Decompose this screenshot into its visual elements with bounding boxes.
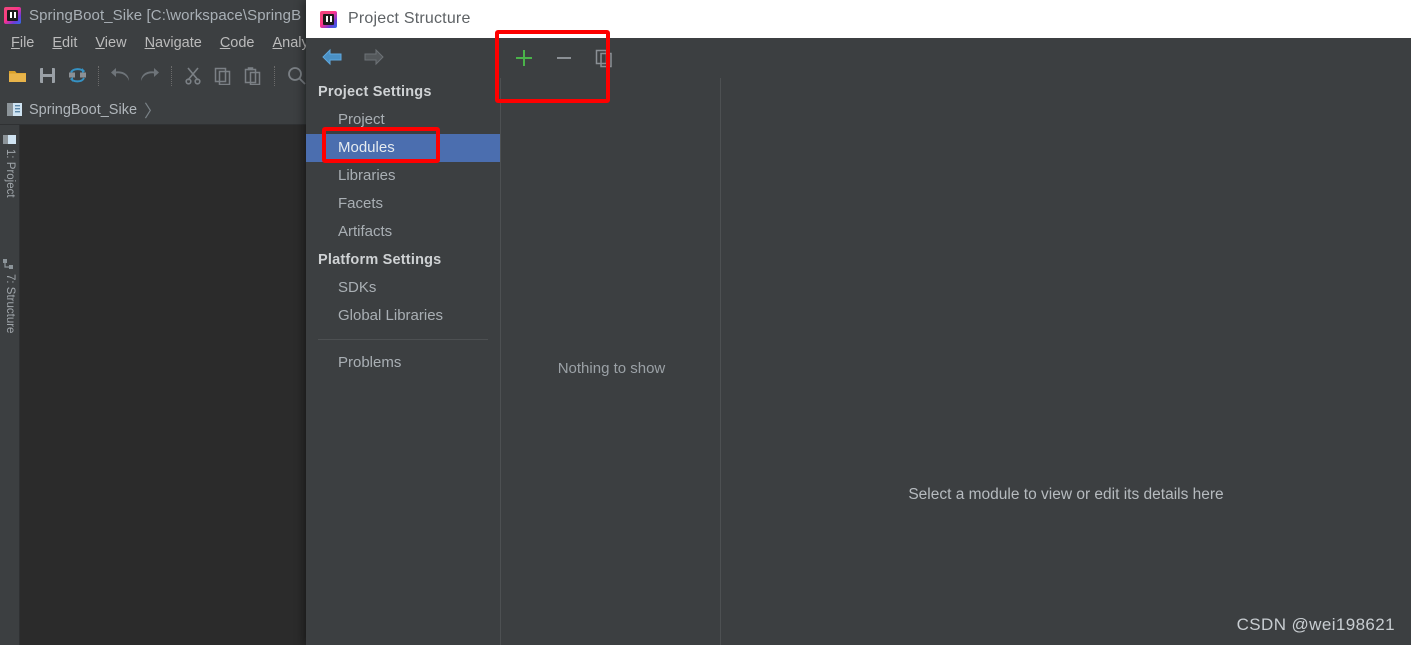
menu-label-navigate-rest: avigate (155, 35, 202, 51)
structure-tool-icon (3, 259, 13, 269)
arrow-right-icon (364, 48, 384, 66)
toolbar-divider (274, 65, 275, 86)
back-button[interactable] (318, 44, 346, 70)
dialog-title-bar: Project Structure (306, 0, 1411, 38)
sidebar-item-modules[interactable]: Modules (306, 134, 500, 162)
redo-icon[interactable] (135, 61, 165, 91)
menu-item-navigate[interactable]: Navigate (136, 33, 211, 53)
undo-icon[interactable] (105, 61, 135, 91)
menu-label-code-rest: ode (230, 35, 255, 51)
save-all-icon[interactable] (32, 61, 62, 91)
project-structure-dialog: Project Structure Project Settings Proje… (306, 0, 1411, 645)
intellij-idea-logo-icon (320, 10, 337, 28)
intellij-idea-logo-icon (4, 6, 21, 24)
menu-label-edit-rest: dit (62, 35, 78, 51)
sidebar-item-global-libraries[interactable]: Global Libraries (306, 302, 500, 330)
sidebar-item-libraries[interactable]: Libraries (306, 162, 500, 190)
dialog-navigation (318, 44, 388, 70)
watermark: CSDN @wei198621 (1236, 615, 1395, 634)
screen-root: SpringBoot_Sike [C:\workspace\SpringB Fi… (0, 0, 1411, 645)
toolbar-divider (171, 65, 172, 86)
toolbar-divider (98, 65, 99, 86)
sidebar-item-sdks[interactable]: SDKs (306, 274, 500, 302)
dialog-title: Project Structure (348, 10, 471, 27)
project-tool-icon (3, 135, 16, 144)
cut-icon[interactable] (178, 61, 208, 91)
menu-item-code[interactable]: Code (211, 33, 264, 53)
menu-label-file-rest: ile (19, 35, 35, 51)
menu-label-view-rest: iew (104, 35, 127, 51)
breadcrumb-label[interactable]: SpringBoot_Sike (29, 102, 137, 118)
sidebar-item-facets[interactable]: Facets (306, 190, 500, 218)
modules-empty-text: Nothing to show (557, 360, 666, 377)
plus-icon (516, 50, 532, 66)
add-module-button[interactable] (511, 45, 537, 71)
open-folder-icon[interactable] (2, 61, 32, 91)
menu-item-edit[interactable]: Edit (43, 33, 86, 53)
sidebar-item-artifacts[interactable]: Artifacts (306, 218, 500, 246)
paste-icon[interactable] (238, 61, 268, 91)
tool-window-rail: 1: Project 7: Structure (0, 125, 20, 645)
sync-icon[interactable] (62, 61, 92, 91)
menu-item-view[interactable]: View (86, 33, 135, 53)
breadcrumb-separator: 〉 (144, 102, 162, 121)
remove-module-button[interactable] (551, 45, 577, 71)
copy-module-button[interactable] (591, 45, 617, 71)
modules-toolbar (502, 38, 721, 78)
sidebar-item-project[interactable]: Project (306, 106, 500, 134)
module-icon (7, 103, 22, 116)
module-detail-pane: Select a module to view or edit its deta… (721, 38, 1411, 645)
copy-icon[interactable] (208, 61, 238, 91)
copy-icon (595, 49, 612, 67)
menu-item-file[interactable]: File (2, 33, 43, 53)
rail-label-structure: 7: Structure (4, 274, 16, 334)
ide-window-title: SpringBoot_Sike [C:\workspace\SpringB (29, 6, 302, 24)
modules-list-pane[interactable]: Nothing to show (502, 78, 721, 645)
sidebar-divider (318, 339, 488, 340)
rail-label-project: 1: Project (4, 149, 16, 198)
sidebar-item-project[interactable]: 1: Project (0, 149, 20, 235)
module-detail-empty-text: Select a module to view or edit its deta… (908, 486, 1224, 503)
dialog-sidebar: Project Settings Project Modules Librari… (306, 78, 501, 645)
sidebar-group-project-settings: Project Settings (318, 84, 432, 100)
sidebar-group-platform-settings: Platform Settings (318, 252, 442, 268)
forward-button[interactable] (360, 44, 388, 70)
sidebar-item-problems[interactable]: Problems (306, 349, 500, 377)
arrow-left-icon (322, 48, 342, 66)
sidebar-item-structure[interactable]: 7: Structure (0, 274, 20, 379)
minus-icon (557, 57, 571, 59)
